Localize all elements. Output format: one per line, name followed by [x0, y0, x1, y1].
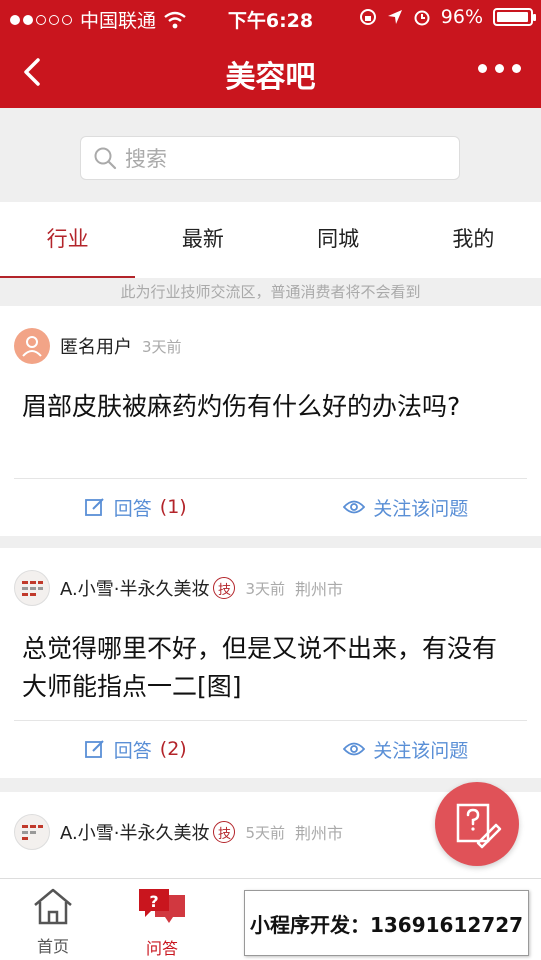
tab-industry[interactable]: 行业	[0, 202, 136, 278]
eye-icon	[343, 742, 366, 756]
page-title: 美容吧	[225, 60, 316, 95]
edit-icon	[84, 740, 104, 758]
battery-icon	[493, 8, 536, 26]
tab-latest[interactable]: 最新	[135, 202, 270, 278]
question-card[interactable]: A.小雪·半永久美妆 技 3天前 荆州市 总觉得哪里不好，但是又说不出来，有没有…	[0, 548, 541, 778]
ask-edit-icon	[456, 803, 502, 849]
answer-label: 回答	[113, 497, 152, 520]
status-bar: 中国联通 下午6:28 96%	[0, 0, 541, 36]
tab-qa-label: 问答	[145, 939, 178, 958]
battery-percent: 96%	[440, 6, 483, 28]
answer-button[interactable]: 回答 (1)	[0, 479, 271, 535]
tab-qa[interactable]: ? 问答	[122, 887, 202, 959]
post-time: 3天前	[142, 337, 182, 356]
answer-count: (1)	[159, 496, 187, 518]
avatar-image	[22, 825, 43, 840]
user-name[interactable]: A.小雪·半永久美妆	[60, 575, 209, 601]
eye-icon	[343, 500, 366, 514]
search-area: 搜索	[0, 108, 541, 202]
answer-label: 回答	[113, 739, 152, 762]
user-icon	[22, 336, 42, 357]
technician-badge: 技	[213, 821, 236, 843]
user-name[interactable]: A.小雪·半永久美妆	[60, 819, 209, 845]
question-text[interactable]: 眉部皮肤被麻药灼伤有什么好的办法吗?	[22, 388, 511, 426]
post-city: 荆州市	[295, 580, 344, 599]
ask-question-button[interactable]	[435, 782, 519, 866]
avatar[interactable]	[14, 328, 50, 364]
avatar-image	[22, 581, 43, 596]
nav-bar: 美容吧	[0, 36, 541, 108]
notice-text: 此为行业技师交流区，普通消费者将不会看到	[0, 278, 541, 306]
tab-same-city[interactable]: 同城	[271, 202, 406, 278]
question-card[interactable]: 匿名用户 3天前 眉部皮肤被麻药灼伤有什么好的办法吗? 回答 (1) 关注该问题	[0, 306, 541, 536]
home-icon	[34, 888, 72, 925]
post-time: 5天前	[245, 823, 285, 842]
question-text[interactable]: 总觉得哪里不好，但是又说不出来，有没有大师能指点一二[图]	[22, 630, 511, 706]
category-tabs: 行业 最新 同城 我的	[0, 202, 541, 278]
edit-icon	[84, 498, 104, 516]
search-placeholder: 搜索	[125, 147, 167, 171]
more-dots-icon[interactable]	[478, 64, 521, 73]
search-input[interactable]: 搜索	[80, 136, 460, 180]
watermark-banner: 小程序开发：13691612727	[244, 890, 529, 956]
rotation-lock-icon	[359, 9, 376, 25]
top-bar: 中国联通 下午6:28 96% 美容吧	[0, 0, 541, 108]
avatar[interactable]	[14, 570, 50, 606]
answer-button[interactable]: 回答 (2)	[0, 721, 271, 777]
tab-mine[interactable]: 我的	[406, 202, 541, 278]
technician-badge: 技	[213, 577, 236, 599]
qa-icon: ?	[139, 889, 185, 923]
user-name[interactable]: 匿名用户	[60, 333, 132, 359]
tab-home[interactable]: 首页	[13, 887, 93, 957]
post-time: 3天前	[245, 579, 285, 598]
tab-home-label: 首页	[36, 937, 69, 956]
alarm-icon	[414, 10, 430, 26]
answer-count: (2)	[159, 738, 187, 760]
follow-question-button[interactable]: 关注该问题	[271, 721, 541, 777]
svg-text:?: ?	[149, 892, 158, 911]
follow-label: 关注该问题	[373, 497, 469, 520]
post-city: 荆州市	[295, 824, 344, 843]
search-icon	[94, 147, 117, 170]
avatar[interactable]	[14, 814, 50, 850]
location-icon	[387, 10, 402, 24]
follow-question-button[interactable]: 关注该问题	[271, 479, 541, 535]
follow-label: 关注该问题	[373, 739, 469, 762]
